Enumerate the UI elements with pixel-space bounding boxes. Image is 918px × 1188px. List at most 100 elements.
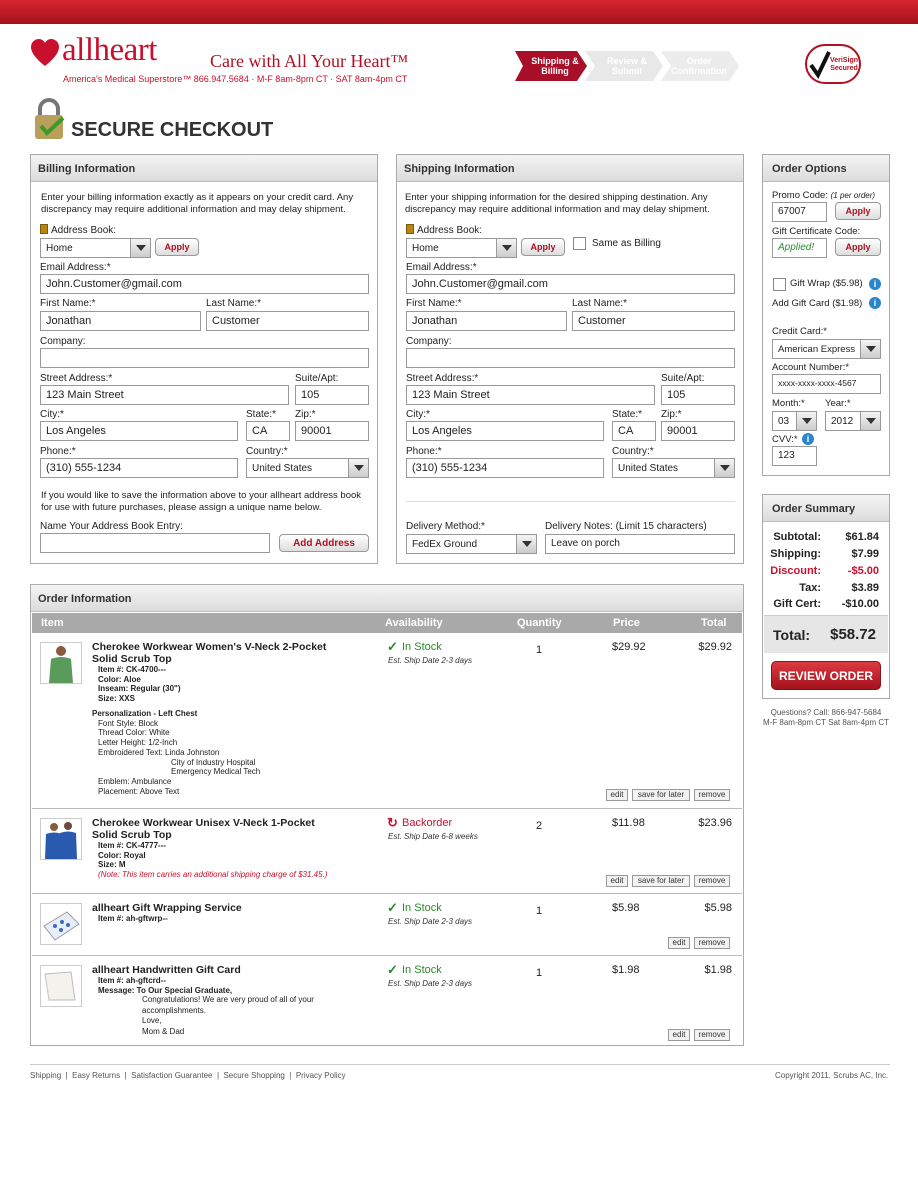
select-value: 03 xyxy=(778,416,790,427)
cvv-field[interactable]: 123 xyxy=(772,446,817,466)
select-value: United States xyxy=(618,463,679,474)
account-number-field[interactable]: xxxx-xxxx-xxxx-4567 xyxy=(772,374,881,394)
total-value: $58.72 xyxy=(830,626,876,643)
shipping-email-field[interactable]: John.Customer@gmail.com xyxy=(406,274,735,294)
billing-city-field[interactable]: Los Angeles xyxy=(40,421,238,441)
remove-button[interactable]: remove xyxy=(694,1029,730,1041)
promo-label: Promo Code: (1 per order) xyxy=(772,190,875,201)
footer-link[interactable]: Secure Shopping xyxy=(223,1071,284,1080)
billing-phone-field[interactable]: (310) 555-1234 xyxy=(40,458,238,478)
save-for-later-button[interactable]: save for later xyxy=(632,875,690,887)
scrub-woman-thumbnail[interactable] xyxy=(40,642,82,684)
same-as-billing-label: Same as Billing xyxy=(592,238,661,249)
col-quantity: Quantity xyxy=(517,617,562,629)
summary-label: Tax: xyxy=(799,582,821,594)
add-address-button[interactable]: Add Address xyxy=(279,534,369,552)
shipping-phone-field[interactable]: (310) 555-1234 xyxy=(406,458,604,478)
brand-name[interactable]: allheart xyxy=(62,32,157,69)
est-ship-date: Est. Ship Date 2-3 days xyxy=(388,917,473,926)
promo-code-field[interactable]: 67007 xyxy=(772,202,827,222)
edit-button[interactable]: edit xyxy=(668,1029,690,1041)
remove-button[interactable]: remove xyxy=(694,875,730,887)
total-label: Total: xyxy=(773,627,811,643)
shipping-zip-field[interactable]: 90001 xyxy=(661,421,735,441)
shipping-street-field[interactable]: 123 Main Street xyxy=(406,385,655,405)
shipping-suite-field[interactable]: 105 xyxy=(661,385,735,405)
step-shipping-billing: Shipping & Billing xyxy=(527,51,583,81)
billing-company-field[interactable] xyxy=(40,348,369,368)
footer-link[interactable]: Shipping xyxy=(30,1071,61,1080)
company-label: Company: xyxy=(40,336,86,347)
remove-button[interactable]: remove xyxy=(694,937,730,949)
billing-state-field[interactable]: CA xyxy=(246,421,290,441)
summary-value: $7.99 xyxy=(851,548,879,560)
credit-card-select[interactable]: American Express xyxy=(772,339,881,359)
delivery-notes-field[interactable]: Leave on porch xyxy=(545,534,735,554)
product-name-line2[interactable]: Solid Scrub Top xyxy=(92,829,172,841)
gift-card-thumbnail[interactable] xyxy=(40,965,82,1007)
gift-cert-apply-button[interactable]: Apply xyxy=(835,238,881,256)
footer-link[interactable]: Satisfaction Guarantee xyxy=(131,1071,212,1080)
billing-last-name-field[interactable]: Customer xyxy=(206,311,369,331)
same-as-billing-checkbox[interactable] xyxy=(573,237,586,250)
billing-address-book-select[interactable]: Home xyxy=(40,238,151,258)
shipping-apply-button[interactable]: Apply xyxy=(521,238,565,256)
gift-wrap-thumbnail[interactable] xyxy=(40,903,82,945)
billing-country-select[interactable]: United States xyxy=(246,458,369,478)
year-select[interactable]: 2012 xyxy=(825,411,881,431)
remove-button[interactable]: remove xyxy=(694,789,730,801)
review-order-button[interactable]: REVIEW ORDER xyxy=(771,661,881,690)
shipping-company-field[interactable] xyxy=(406,348,735,368)
gift-wrap-checkbox[interactable] xyxy=(773,278,786,291)
delivery-method-select[interactable]: FedEx Ground xyxy=(406,534,537,554)
info-icon[interactable]: i xyxy=(802,433,814,445)
shipping-first-name-field[interactable]: Jonathan xyxy=(406,311,567,331)
billing-zip-field[interactable]: 90001 xyxy=(295,421,369,441)
shipping-last-name-field[interactable]: Customer xyxy=(572,311,735,331)
availability-status: In Stock xyxy=(402,641,442,653)
billing-email-field[interactable]: John.Customer@gmail.com xyxy=(40,274,369,294)
billing-apply-button[interactable]: Apply xyxy=(155,238,199,256)
shipping-address-book-select[interactable]: Home xyxy=(406,238,517,258)
product-name-line2[interactable]: Solid Scrub Top xyxy=(92,653,172,665)
shipping-state-field[interactable]: CA xyxy=(612,421,656,441)
product-detail: Inseam: Regular (30") xyxy=(98,684,181,693)
product-detail: Item #: CK-4700--- xyxy=(98,665,167,674)
shipping-panel: Shipping Information Enter your shipping… xyxy=(396,154,744,564)
edit-button[interactable]: edit xyxy=(606,875,628,887)
shipping-city-field[interactable]: Los Angeles xyxy=(406,421,604,441)
gift-cert-field[interactable]: Applied! xyxy=(772,238,827,258)
chevron-down-icon xyxy=(348,459,368,477)
product-name[interactable]: Cherokee Workwear Women's V-Neck 2-Pocke… xyxy=(92,641,326,653)
chevron-down-icon xyxy=(516,535,536,553)
footer-divider xyxy=(30,1064,890,1065)
order-summary-panel: Order Summary Subtotal: $61.84 Shipping: $7… xyxy=(762,494,890,699)
product-name[interactable]: Cherokee Workwear Unisex V-Neck 1-Pocket xyxy=(92,817,315,829)
billing-suite-field[interactable]: 105 xyxy=(295,385,369,405)
footer-link[interactable]: Easy Returns xyxy=(72,1071,120,1080)
scrub-pair-thumbnail[interactable] xyxy=(40,818,82,860)
product-name[interactable]: allheart Handwritten Gift Card xyxy=(92,964,241,976)
backorder-icon: ↻ xyxy=(387,815,398,830)
footer-link[interactable]: Privacy Policy xyxy=(296,1071,346,1080)
edit-button[interactable]: edit xyxy=(606,789,628,801)
summary-value: -$5.00 xyxy=(847,565,879,577)
billing-first-name-field[interactable]: Jonathan xyxy=(40,311,201,331)
info-icon[interactable]: i xyxy=(869,278,881,290)
product-name[interactable]: allheart Gift Wrapping Service xyxy=(92,902,242,914)
billing-header: Billing Information xyxy=(31,155,377,182)
save-for-later-button[interactable]: save for later xyxy=(632,789,690,801)
month-select[interactable]: 03 xyxy=(772,411,817,431)
gift-wrap-label: Gift Wrap ($5.98) xyxy=(790,278,863,289)
info-icon[interactable]: i xyxy=(869,297,881,309)
shipping-country-select[interactable]: United States xyxy=(612,458,735,478)
promo-apply-button[interactable]: Apply xyxy=(835,202,881,220)
credit-card-label: Credit Card:* xyxy=(772,326,827,337)
edit-button[interactable]: edit xyxy=(668,937,690,949)
add-gift-card-link[interactable]: Add Gift Card ($1.98) xyxy=(772,298,862,309)
billing-street-field[interactable]: 123 Main Street xyxy=(40,385,289,405)
product-detail: Message: To Our Special Graduate, xyxy=(98,985,233,995)
street-label: Street Address:* xyxy=(40,373,113,384)
address-entry-field[interactable] xyxy=(40,533,270,553)
delivery-method-label: Delivery Method:* xyxy=(406,521,485,532)
